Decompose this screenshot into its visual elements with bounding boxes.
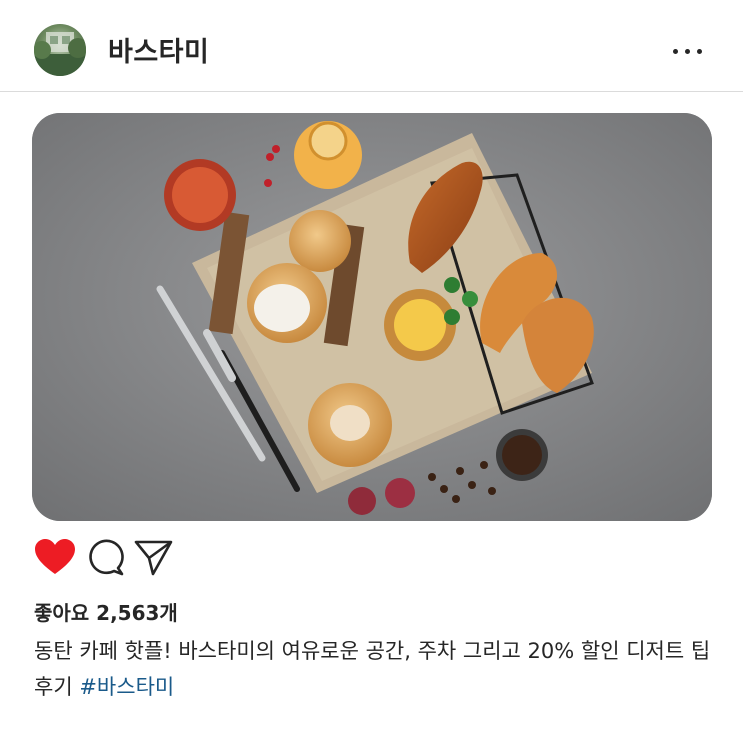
post-actions <box>34 538 194 578</box>
comment-icon[interactable] <box>86 538 126 578</box>
likes-count[interactable]: 좋아요 2,563개 <box>34 597 178 626</box>
avatar[interactable] <box>34 24 86 76</box>
post-header: 바스타미 <box>0 0 743 92</box>
send-icon[interactable] <box>134 539 174 577</box>
post-caption: 동탄 카페 핫플! 바스타미의 여유로운 공간, 주차 그리고 20% 할인 디… <box>34 633 714 705</box>
more-horizontal-icon <box>673 49 678 54</box>
more-options-button[interactable] <box>671 46 705 56</box>
username[interactable]: 바스타미 <box>108 30 209 69</box>
hashtag-link[interactable]: #바스타미 <box>79 675 174 699</box>
heart-icon[interactable] <box>34 538 76 576</box>
post-image[interactable] <box>32 113 712 521</box>
